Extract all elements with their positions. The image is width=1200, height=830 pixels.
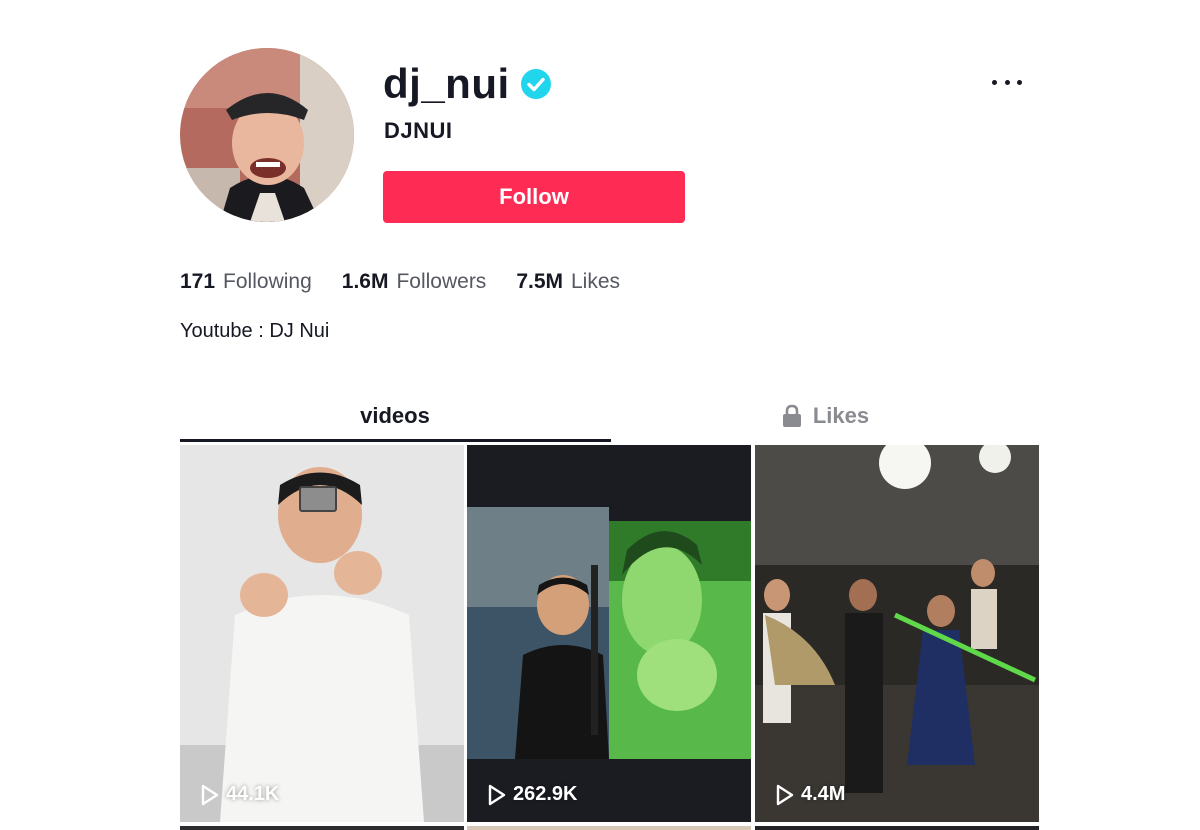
more-options-icon[interactable] xyxy=(990,70,1024,94)
followers-count: 1.6M xyxy=(341,270,389,293)
username-row: dj_nui xyxy=(383,58,552,110)
followers-stat[interactable]: 1.6M Followers xyxy=(342,270,487,294)
video-item-2[interactable]: 262.9K xyxy=(467,445,751,822)
verified-badge-icon xyxy=(520,69,551,99)
username: dj_nui xyxy=(383,60,510,107)
following-label: Following xyxy=(223,270,312,293)
profile-tabs: videos Likes xyxy=(180,390,1040,442)
active-tab-indicator xyxy=(180,439,611,442)
play-icon xyxy=(488,784,506,805)
likes-label: Likes xyxy=(571,270,621,293)
tab-likes[interactable]: Likes xyxy=(610,390,1040,442)
profile-stats: 171 Following 1.6M Followers 7.5M Likes xyxy=(180,270,620,294)
video-thumbnail xyxy=(755,445,1039,822)
tab-videos-label: videos xyxy=(360,403,430,428)
video-item-3[interactable]: 4.4M xyxy=(755,445,1039,822)
profile-bio: Youtube : DJ Nui xyxy=(180,320,330,342)
tab-likes-label: Likes xyxy=(812,403,870,428)
likes-stat: 7.5M Likes xyxy=(516,270,620,294)
video-grid: 44.1K 262.9K 4.4M xyxy=(180,445,1040,830)
following-count: 171 xyxy=(180,270,216,293)
view-count: 4.4M xyxy=(775,783,845,806)
profile-avatar[interactable] xyxy=(180,48,354,222)
follow-button[interactable]: Follow xyxy=(383,171,685,223)
tab-videos[interactable]: videos xyxy=(180,390,610,442)
play-icon xyxy=(201,784,219,805)
video-thumbnail xyxy=(467,445,751,822)
view-count-text: 44.1K xyxy=(226,783,280,805)
video-item-4-edge[interactable] xyxy=(180,826,464,830)
nickname: DJNUI xyxy=(384,118,453,143)
video-item-1[interactable]: 44.1K xyxy=(180,445,464,822)
view-count-text: 4.4M xyxy=(801,783,846,805)
lock-icon xyxy=(782,404,801,427)
view-count: 44.1K xyxy=(200,783,279,806)
view-count: 262.9K xyxy=(487,783,578,806)
video-item-5-edge[interactable] xyxy=(467,826,751,830)
video-item-6-edge[interactable] xyxy=(755,826,1039,830)
play-icon xyxy=(776,784,794,805)
likes-count: 7.5M xyxy=(516,270,563,293)
followers-label: Followers xyxy=(396,270,487,293)
following-stat[interactable]: 171 Following xyxy=(180,270,312,294)
video-thumbnail xyxy=(180,445,464,822)
view-count-text: 262.9K xyxy=(513,783,578,805)
